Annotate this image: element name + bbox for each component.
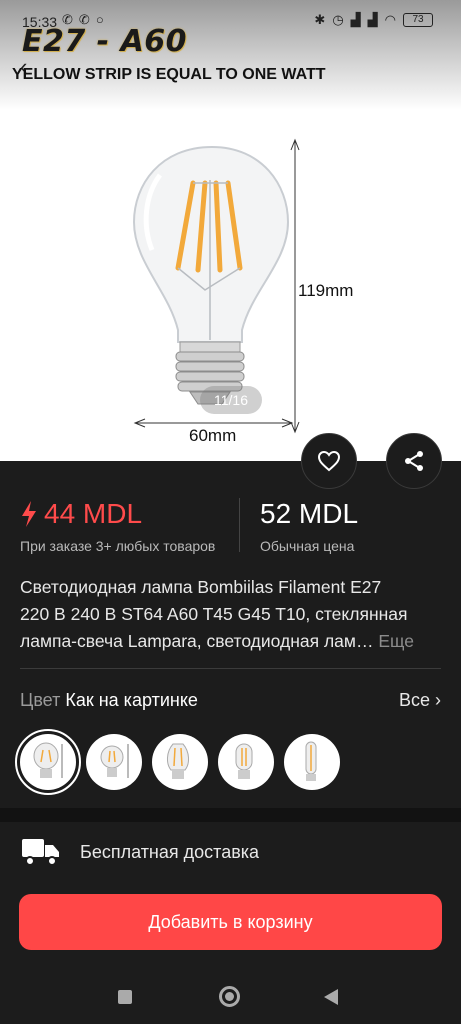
signal-icon: ▟	[350, 12, 361, 27]
lightning-icon	[22, 501, 36, 527]
bluetooth-icon: ✱	[314, 12, 326, 27]
product-title-line: Светодиодная лампа Bombiilas Filament E2…	[20, 577, 382, 597]
image-counter: 11/16	[200, 386, 262, 414]
all-colors-label: Все	[398, 690, 430, 710]
delivery-row[interactable]: Бесплатная доставка	[20, 834, 259, 870]
color-swatch[interactable]	[15, 729, 81, 795]
truck-icon	[22, 839, 59, 866]
promo-price: 44 MDL	[20, 498, 215, 530]
section-gap	[0, 808, 461, 822]
wifi-icon: ◠	[384, 12, 396, 27]
divider	[20, 668, 441, 669]
promo-price-condition: При заказе 3+ любых товаров	[20, 538, 216, 554]
product-title-line: лампа-свеча Lampara, светодиодная лам… Е…	[20, 628, 444, 655]
color-swatch[interactable]	[284, 734, 340, 790]
battery-icon: 73	[403, 13, 433, 27]
color-selector-header[interactable]: Цвет Как на картинке Все ›	[20, 690, 441, 714]
height-dimension-label: 119mm	[298, 281, 354, 300]
image-caption: YELLOW STRIP IS EQUAL TO ONE WATT	[12, 66, 326, 83]
chevron-right-icon: ›	[435, 690, 441, 710]
bulb-g45-thumbnail	[100, 744, 129, 778]
product-screen: 15:33 ✆ ✆ ○ ✱ ◷ ▟ ▟ ◠ 73 E27 - A60 ‹ YEL…	[0, 0, 461, 1024]
signal-icon-2: ▟	[367, 12, 378, 27]
color-label: Цвет	[20, 690, 61, 710]
home-icon[interactable]	[219, 986, 240, 1007]
product-type-label: E27 - A60	[22, 24, 188, 59]
regular-price-label: Обычная цена	[260, 538, 355, 554]
price-divider	[239, 498, 240, 552]
share-button[interactable]	[386, 433, 442, 489]
product-title-line-text: лампа-свеча Lampara, светодиодная лам…	[20, 631, 374, 651]
bulb-st64-thumbnail	[167, 743, 189, 779]
alarm-icon: ◷	[332, 12, 344, 27]
share-icon	[405, 451, 423, 471]
bulb-a60-thumbnail	[33, 742, 63, 778]
color-swatch[interactable]	[218, 734, 274, 790]
heart-icon	[317, 450, 341, 472]
all-colors-link[interactable]: Все ›	[399, 690, 441, 711]
delivery-text: Бесплатная доставка	[80, 841, 260, 862]
recent-apps-icon[interactable]	[118, 990, 132, 1004]
promo-price-block: 44 MDL При заказе 3+ любых товаров	[20, 498, 215, 554]
width-dimension-label: 60mm	[189, 426, 237, 445]
color-value: Как на картинке	[65, 690, 198, 710]
product-image-gallery[interactable]: 15:33 ✆ ✆ ○ ✱ ◷ ▟ ▟ ◠ 73 E27 - A60 ‹ YEL…	[0, 0, 461, 461]
product-title-line: 220 В 240 В ST64 A60 T45 G45 T10, стекля…	[20, 604, 408, 624]
back-icon[interactable]	[324, 989, 338, 1005]
show-more-link[interactable]: Еще	[378, 631, 414, 651]
bulb-t45-thumbnail	[235, 743, 253, 779]
bulb-t10-thumbnail	[305, 741, 317, 781]
product-title[interactable]: Светодиодная лампа Bombiilas Filament E2…	[20, 574, 444, 655]
promo-price-value: 44 MDL	[44, 498, 143, 529]
add-to-cart-button[interactable]: Добавить в корзину	[19, 894, 442, 950]
color-swatches	[15, 729, 340, 795]
color-swatch[interactable]	[86, 734, 142, 790]
favorite-button[interactable]	[301, 433, 357, 489]
regular-price-block: 52 MDL Обычная цена	[260, 498, 358, 554]
system-icons: ✱ ◷ ▟ ▟ ◠ 73	[314, 12, 433, 28]
regular-price-value: 52 MDL	[260, 498, 359, 529]
color-swatch[interactable]	[152, 734, 208, 790]
